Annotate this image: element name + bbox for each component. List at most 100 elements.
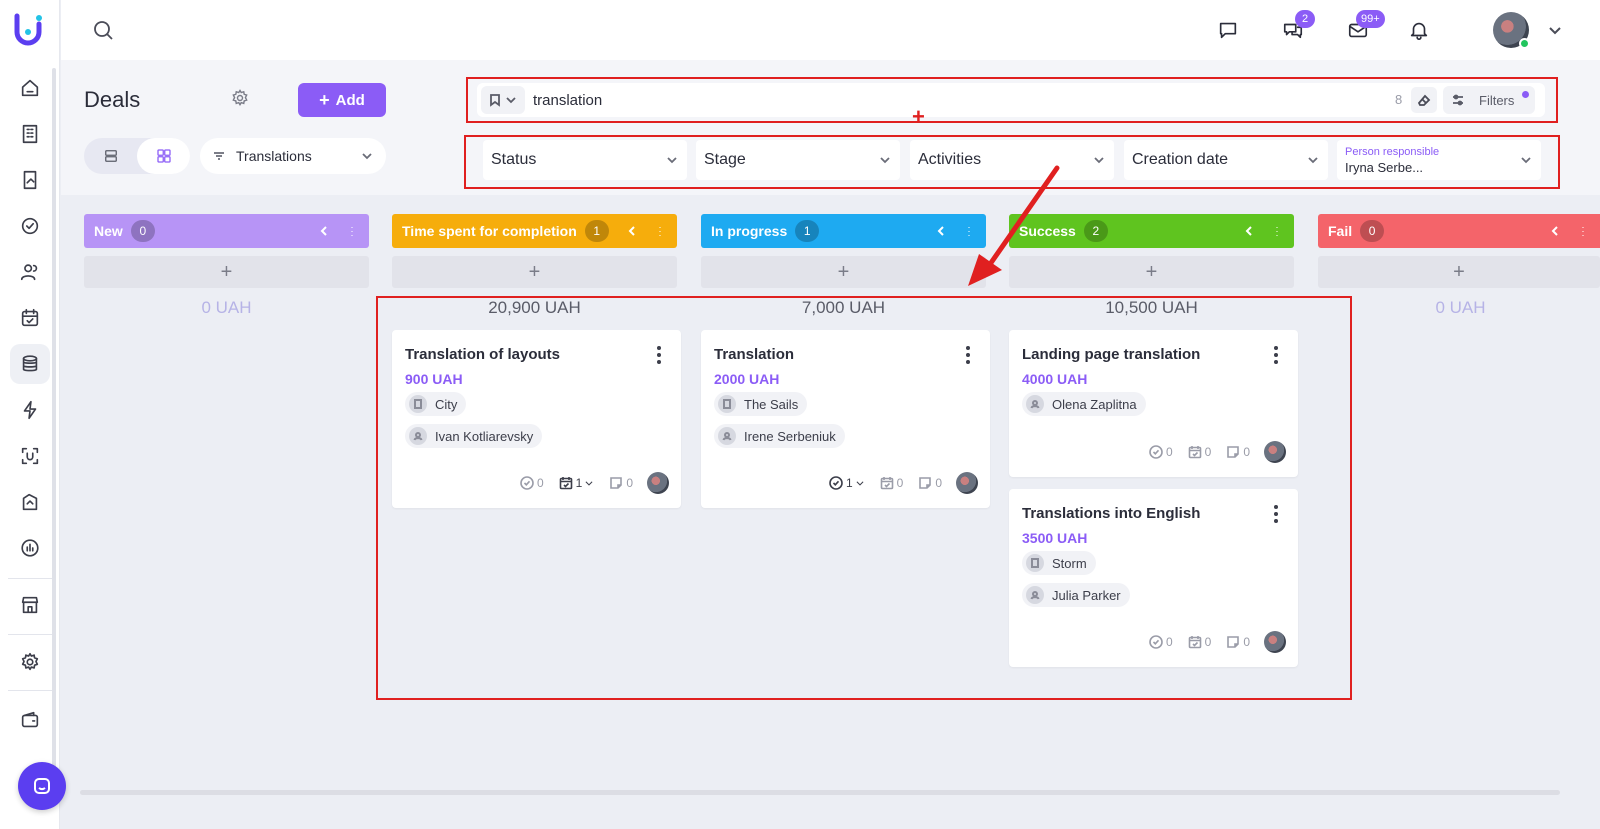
status-filter-select[interactable]: Status	[483, 140, 687, 180]
chevron-down-icon	[360, 149, 374, 163]
settings-gear-icon[interactable]	[10, 642, 50, 682]
clear-search-eraser-icon[interactable]	[1411, 87, 1437, 113]
chevron-left-icon[interactable]	[317, 224, 331, 238]
add-deal-row[interactable]: +	[84, 256, 369, 288]
person-responsible-filter-select[interactable]: Person responsible Iryna Serbe...	[1337, 140, 1541, 180]
home-icon[interactable]	[10, 68, 50, 108]
column-name: Success	[1019, 223, 1076, 239]
top-bar: 2 99+	[61, 0, 1600, 60]
chevron-left-icon[interactable]	[1242, 224, 1256, 238]
chats-icon[interactable]: 2	[1279, 10, 1315, 44]
column-header-success[interactable]: Success 2	[1009, 214, 1294, 248]
scan-icon[interactable]	[10, 436, 50, 476]
board-horizontal-scrollbar[interactable]	[80, 790, 1560, 795]
sidebar-divider	[8, 690, 52, 691]
search-result-count: 8	[1395, 92, 1403, 107]
sidebar-divider	[8, 578, 52, 579]
sliders-icon	[1453, 94, 1463, 106]
column-total: 0 UAH	[1435, 298, 1486, 317]
deals-coins-icon[interactable]	[10, 344, 50, 384]
pipeline-settings-gear-icon[interactable]	[230, 88, 252, 110]
column-count: 2	[1083, 220, 1108, 242]
chats-badge: 2	[1295, 10, 1315, 28]
tasks-check-icon[interactable]	[10, 206, 50, 246]
sidebar-scrollbar[interactable]	[52, 68, 56, 768]
user-avatar[interactable]	[1493, 12, 1530, 49]
bookmark-icon	[490, 94, 500, 107]
more-vertical-icon[interactable]	[1270, 224, 1284, 238]
pipeline-select[interactable]: Translations	[200, 138, 386, 174]
building-icon[interactable]	[10, 114, 50, 154]
column-header-time-spent[interactable]: Time spent for completion 1	[392, 214, 677, 248]
results-annotation-box	[376, 296, 1352, 700]
chevron-down-icon	[878, 153, 892, 167]
creation-date-filter-select[interactable]: Creation date	[1124, 140, 1328, 180]
saved-filters-button[interactable]	[481, 86, 525, 114]
contracts-icon[interactable]	[10, 160, 50, 200]
column-count: 0	[1360, 220, 1385, 242]
column-name: Time spent for completion	[402, 223, 577, 239]
automation-lightning-icon[interactable]	[10, 390, 50, 430]
person-responsible-label: Person responsible	[1345, 145, 1440, 158]
add-deal-row[interactable]: +	[1009, 256, 1294, 288]
reports-chart-icon[interactable]	[10, 528, 50, 568]
search-icon[interactable]	[91, 18, 115, 42]
column-total: 0 UAH	[201, 298, 252, 317]
plus-icon: +	[319, 90, 330, 110]
column-count: 0	[130, 220, 155, 242]
search-bar: 8 Filters	[477, 83, 1545, 117]
activities-filter-label: Activities	[918, 151, 982, 168]
chevron-down-icon	[506, 97, 516, 104]
column-header-new[interactable]: New 0	[84, 214, 369, 248]
wallet-icon[interactable]	[10, 700, 50, 740]
app-logo[interactable]	[12, 12, 48, 48]
column-header-fail[interactable]: Fail 0	[1318, 214, 1600, 248]
stage-filter-select[interactable]: Stage	[696, 140, 900, 180]
messages-icon[interactable]	[1214, 16, 1242, 44]
documents-icon[interactable]	[10, 482, 50, 522]
mail-icon[interactable]: 99+	[1344, 10, 1385, 44]
activities-filter-select[interactable]: Activities	[910, 140, 1114, 180]
pipeline-select-value: Translations	[236, 148, 312, 164]
person-responsible-value: Iryna Serbe...	[1345, 159, 1424, 175]
add-deal-button[interactable]: + Add	[298, 83, 386, 117]
view-toggle	[84, 138, 190, 174]
filters-button[interactable]: Filters	[1443, 86, 1535, 114]
creation-date-filter-label: Creation date	[1132, 151, 1229, 168]
column-name: Fail	[1328, 223, 1353, 239]
more-vertical-icon[interactable]	[653, 224, 667, 238]
filters-active-dot	[1522, 91, 1529, 98]
store-icon[interactable]	[10, 585, 50, 625]
more-vertical-icon[interactable]	[1576, 224, 1590, 238]
more-vertical-icon[interactable]	[962, 224, 976, 238]
column-count: 1	[584, 220, 609, 242]
chevron-down-icon	[665, 153, 679, 167]
column-header-in-progress[interactable]: In progress 1	[701, 214, 986, 248]
column-name: New	[94, 223, 123, 239]
stage-filter-label: Stage	[704, 151, 746, 168]
online-status-dot	[1519, 38, 1530, 49]
chevron-left-icon[interactable]	[1548, 224, 1562, 238]
chevron-left-icon[interactable]	[934, 224, 948, 238]
mail-badge: 99+	[1356, 10, 1385, 28]
add-deal-row[interactable]: +	[701, 256, 986, 288]
page-title: Deals	[84, 87, 141, 112]
sidebar-divider	[8, 634, 52, 635]
search-input[interactable]	[533, 83, 1333, 117]
support-chat-button[interactable]	[18, 762, 66, 810]
add-deal-row[interactable]: +	[1318, 256, 1600, 288]
chevron-left-icon[interactable]	[625, 224, 639, 238]
column-name: In progress	[711, 223, 788, 239]
chevron-down-icon	[1092, 153, 1106, 167]
notifications-bell-icon[interactable]	[1405, 16, 1433, 44]
calendar-icon[interactable]	[10, 298, 50, 338]
board-view-button[interactable]	[137, 138, 190, 174]
add-deal-row[interactable]: +	[392, 256, 677, 288]
sidebar	[0, 0, 60, 829]
more-vertical-icon[interactable]	[345, 224, 359, 238]
column-count: 1	[795, 220, 820, 242]
filter-lines-icon	[212, 149, 226, 163]
user-menu-chevron-down-icon[interactable]	[1547, 22, 1563, 38]
list-view-button[interactable]	[84, 138, 137, 174]
contacts-icon[interactable]	[10, 252, 50, 292]
